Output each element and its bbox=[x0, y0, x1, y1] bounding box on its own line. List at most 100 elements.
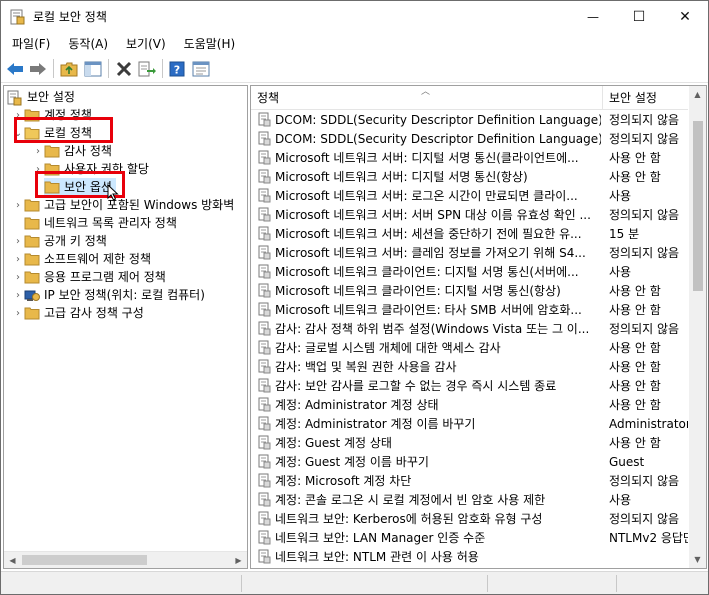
menu-help[interactable]: 도움말(H) bbox=[173, 32, 243, 54]
tree-item-ip-security[interactable]: › IP 보안 정책(위치: 로컬 컴퓨터) bbox=[12, 286, 205, 304]
list-vertical-scrollbar[interactable]: ▲ ▼ bbox=[689, 86, 706, 568]
policy-name: 계정: Administrator 계정 이름 바꾸기 bbox=[275, 417, 476, 431]
tree-item-network-list-manager[interactable]: 네트워크 목록 관리자 정책 bbox=[24, 214, 177, 232]
table-row[interactable]: 네트워크 보안: LAN Manager 인증 수준 NTLMv2 응답만 bbox=[251, 528, 688, 547]
table-row[interactable]: Microsoft 네트워크 클라이언트: 디지털 서명 통신(항상) 사용 안 … bbox=[251, 281, 688, 300]
help-button[interactable]: ? bbox=[167, 59, 187, 79]
policy-list: ︿ 정책 보안 설정 DCOM: SDDL(Security Descripto… bbox=[250, 85, 707, 569]
table-row[interactable]: 계정: 콘솔 로그온 시 로컬 계정에서 빈 암호 사용 제한 사용 bbox=[251, 490, 688, 509]
back-button[interactable] bbox=[5, 59, 25, 79]
tree-item-label: 감사 정책 bbox=[64, 144, 112, 158]
table-row[interactable]: Microsoft 네트워크 서버: 로그온 시간이 만료되면 클라이... 사용 bbox=[251, 186, 688, 205]
policy-setting: 정의되지 않음 bbox=[609, 512, 680, 526]
table-row[interactable]: 감사: 감사 정책 하위 범주 설정(Windows Vista 또는 그 이.… bbox=[251, 319, 688, 338]
expand-chevron-icon[interactable]: › bbox=[12, 308, 24, 319]
policy-setting: 사용 안 함 bbox=[609, 170, 661, 184]
ip-security-icon bbox=[24, 288, 40, 302]
table-row[interactable]: 감사: 보안 감사를 로그할 수 없는 경우 즉시 시스템 종료 사용 안 함 bbox=[251, 376, 688, 395]
title-bar[interactable]: 로컬 보안 정책 — ☐ ✕ bbox=[1, 1, 708, 32]
folder-icon bbox=[24, 270, 40, 284]
delete-button[interactable] bbox=[114, 59, 134, 79]
table-row[interactable]: Microsoft 네트워크 서버: 클레임 정보를 가져오기 위해 S4...… bbox=[251, 243, 688, 262]
tree-item-public-key-policies[interactable]: › 공개 키 정책 bbox=[12, 232, 107, 250]
column-header-security-setting[interactable]: 보안 설정 bbox=[603, 86, 688, 110]
expand-chevron-icon[interactable]: › bbox=[12, 236, 24, 247]
forward-arrow-icon bbox=[30, 63, 46, 75]
table-row[interactable]: 네트워크 보안: Kerberos에 허용된 암호화 유형 구성 정의되지 않음 bbox=[251, 509, 688, 528]
table-row[interactable]: Microsoft 네트워크 클라이언트: 디지털 서명 통신(서버에... 사용 bbox=[251, 262, 688, 281]
security-policy-app-icon bbox=[10, 9, 25, 25]
menu-view[interactable]: 보기(V) bbox=[115, 32, 173, 54]
policy-item-icon bbox=[258, 188, 271, 203]
policy-setting: Administrator bbox=[609, 417, 688, 431]
table-row[interactable]: 감사: 글로벌 시스템 개체에 대한 액세스 감사 사용 안 함 bbox=[251, 338, 688, 357]
up-one-level-button[interactable] bbox=[59, 59, 79, 79]
table-row[interactable]: DCOM: SDDL(Security Descriptor Definitio… bbox=[251, 129, 688, 148]
table-row[interactable]: 계정: Administrator 계정 이름 바꾸기 Administrator bbox=[251, 414, 688, 433]
column-header-policy[interactable]: 정책 bbox=[251, 86, 601, 110]
policy-setting: 15 분 bbox=[609, 227, 640, 241]
scroll-thumb[interactable] bbox=[22, 555, 147, 565]
policy-name: Microsoft 네트워크 서버: 디지털 서명 통신(항상) bbox=[275, 170, 528, 184]
properties-button[interactable] bbox=[191, 59, 211, 79]
folder-icon bbox=[44, 144, 60, 158]
policy-setting: 사용 안 함 bbox=[609, 284, 661, 298]
status-divider bbox=[487, 575, 488, 592]
table-row[interactable]: Microsoft 네트워크 서버: 세션을 중단하기 전에 필요한 유... 1… bbox=[251, 224, 688, 243]
expand-chevron-icon[interactable]: › bbox=[12, 200, 24, 211]
minimize-button[interactable]: — bbox=[570, 1, 616, 32]
scroll-thumb[interactable] bbox=[693, 121, 703, 291]
maximize-button[interactable]: ☐ bbox=[616, 1, 662, 32]
expand-chevron-icon[interactable]: › bbox=[12, 272, 24, 283]
policy-setting: 사용 bbox=[609, 265, 632, 279]
policy-item-icon bbox=[258, 435, 271, 450]
table-row[interactable]: 계정: Guest 계정 상태 사용 안 함 bbox=[251, 433, 688, 452]
policy-name: 계정: Microsoft 계정 차단 bbox=[275, 474, 412, 488]
policy-item-icon bbox=[258, 226, 271, 241]
scroll-down-icon[interactable]: ▼ bbox=[689, 551, 706, 568]
table-row[interactable]: 계정: Guest 계정 이름 바꾸기 Guest bbox=[251, 452, 688, 471]
policy-name: Microsoft 네트워크 클라이언트: 타사 SMB 서버에 암호화... bbox=[275, 303, 582, 317]
forward-button[interactable] bbox=[28, 59, 48, 79]
tree-horizontal-scrollbar[interactable]: ◀ ▶ bbox=[4, 551, 247, 568]
table-row[interactable]: 계정: Microsoft 계정 차단 정의되지 않음 bbox=[251, 471, 688, 490]
expand-chevron-icon[interactable]: › bbox=[32, 146, 44, 157]
policy-item-icon bbox=[258, 112, 271, 127]
folder-up-icon bbox=[60, 62, 78, 77]
table-row[interactable]: 네트워크 보안: NTLM 관련 이 사용 허용 bbox=[251, 547, 688, 566]
table-row[interactable]: 감사: 백업 및 복원 권한 사용을 감사 사용 안 함 bbox=[251, 357, 688, 376]
show-hide-console-tree-button[interactable] bbox=[83, 59, 103, 79]
scroll-right-icon[interactable]: ▶ bbox=[230, 552, 247, 568]
scroll-left-icon[interactable]: ◀ bbox=[4, 552, 21, 568]
table-row[interactable]: Microsoft 네트워크 서버: 디지털 서명 통신(항상) 사용 안 함 bbox=[251, 167, 688, 186]
tree-item-security-settings[interactable]: 보안 설정 bbox=[7, 88, 75, 106]
menu-file[interactable]: 파일(F) bbox=[1, 32, 57, 54]
tree-item-software-restriction[interactable]: › 소프트웨어 제한 정책 bbox=[12, 250, 151, 268]
policy-name: Microsoft 네트워크 서버: 디지털 서명 통신(클라이언트에... bbox=[275, 151, 579, 165]
tree-item-app-control[interactable]: › 응용 프로그램 제어 정책 bbox=[12, 268, 166, 286]
table-row[interactable]: Microsoft 네트워크 서버: 서버 SPN 대상 이름 유효성 확인 .… bbox=[251, 205, 688, 224]
table-row[interactable]: 계정: Administrator 계정 상태 사용 안 함 bbox=[251, 395, 688, 414]
policy-item-icon bbox=[258, 283, 271, 298]
table-row[interactable]: DCOM: SDDL(Security Descriptor Definitio… bbox=[251, 110, 688, 129]
policy-item-icon bbox=[258, 492, 271, 507]
expand-chevron-icon[interactable]: › bbox=[12, 254, 24, 265]
close-button[interactable]: ✕ bbox=[662, 1, 708, 32]
table-row[interactable]: Microsoft 네트워크 클라이언트: 타사 SMB 서버에 암호화... 사… bbox=[251, 300, 688, 319]
console-tree-icon bbox=[84, 61, 102, 77]
menu-action[interactable]: 동작(A) bbox=[57, 32, 115, 54]
tree-item-advanced-audit[interactable]: › 고급 감사 정책 구성 bbox=[12, 304, 144, 322]
table-row[interactable]: Microsoft 네트워크 서버: 디지털 서명 통신(클라이언트에... 사용… bbox=[251, 148, 688, 167]
policy-item-icon bbox=[258, 359, 271, 374]
policy-setting: 사용 안 함 bbox=[609, 151, 661, 165]
tree-item-audit-policy[interactable]: › 감사 정책 bbox=[32, 142, 112, 160]
policy-name: Microsoft 네트워크 서버: 클레임 정보를 가져오기 위해 S4... bbox=[275, 246, 586, 260]
expand-chevron-icon[interactable]: › bbox=[12, 290, 24, 301]
policy-item-icon bbox=[258, 340, 271, 355]
policy-item-icon bbox=[258, 245, 271, 260]
policy-name: Microsoft 네트워크 서버: 세션을 중단하기 전에 필요한 유... bbox=[275, 227, 582, 241]
export-list-button[interactable] bbox=[137, 59, 157, 79]
tree-item-windows-firewall[interactable]: › 고급 보안이 포함된 Windows 방화벽 bbox=[12, 196, 234, 214]
security-settings-icon bbox=[7, 90, 23, 106]
scroll-up-icon[interactable]: ▲ bbox=[689, 86, 706, 103]
